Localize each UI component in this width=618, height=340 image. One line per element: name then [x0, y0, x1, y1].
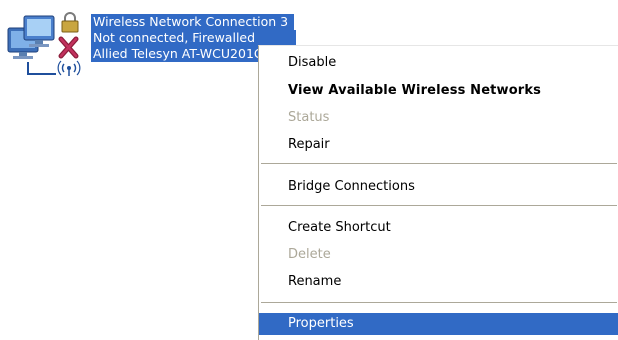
connection-device: Allied Telesyn AT-WCU201G	[91, 46, 266, 62]
menu-item-create-shortcut[interactable]: Create Shortcut	[259, 217, 618, 239]
menu-item-repair[interactable]: Repair	[259, 134, 618, 156]
menu-item-properties[interactable]: Properties	[259, 313, 618, 335]
menu-separator	[261, 205, 617, 206]
menu-separator	[261, 302, 617, 303]
menu-item-disable[interactable]: Disable	[259, 52, 618, 74]
lock-icon	[61, 12, 79, 33]
menu-item-delete: Delete	[288, 247, 331, 262]
menu-item-view-available-wireless-networks[interactable]: View Available Wireless Networks	[259, 80, 618, 102]
connection-status: Not connected, Firewalled	[91, 30, 296, 46]
context-menu: Disable View Available Wireless Networks…	[258, 45, 618, 340]
menu-item-status: Status	[288, 110, 330, 125]
wireless-signal-icon	[57, 60, 81, 76]
menu-separator	[261, 163, 617, 164]
menu-item-bridge-connections[interactable]: Bridge Connections	[259, 176, 618, 198]
menu-item-rename[interactable]: Rename	[259, 271, 618, 293]
red-x-disconnected-icon	[58, 36, 79, 59]
network-connection-icon	[7, 12, 81, 76]
connection-name: Wireless Network Connection 3	[91, 14, 295, 30]
network-computers-icon	[7, 15, 56, 75]
